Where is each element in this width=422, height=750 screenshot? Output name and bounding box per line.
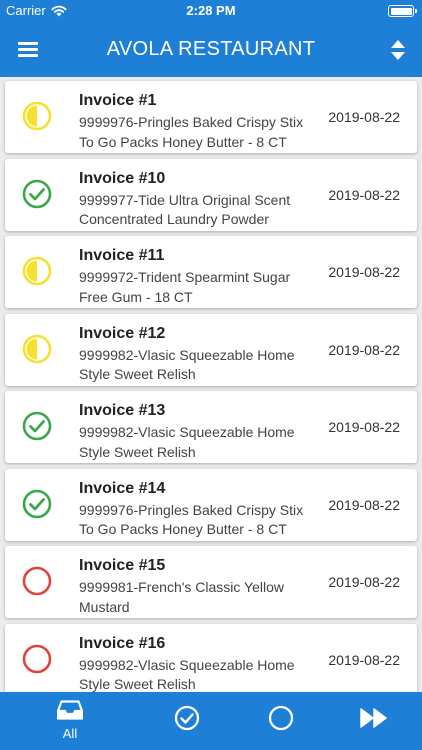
invoice-list: Invoice #1 9999976-Pringles Baked Crispy … xyxy=(0,77,422,692)
invoice-description: 9999981-French's Classic Yellow Mustard xyxy=(79,579,285,615)
sort-updown-icon[interactable] xyxy=(390,39,406,61)
invoice-card[interactable]: Invoice #15 9999981-French's Classic Yell… xyxy=(5,546,417,618)
invoice-title: Invoice #10 xyxy=(79,169,166,187)
invoice-card[interactable]: Invoice #1 9999976-Pringles Baked Crispy … xyxy=(5,81,417,153)
page-title: AVOLA RESTAURANT xyxy=(106,38,316,60)
tab-bar: All xyxy=(0,692,422,750)
invoice-date: 2019-08-22 xyxy=(328,496,400,513)
empty-circle-icon xyxy=(22,566,52,596)
invoice-card[interactable]: Invoice #14 9999976-Pringles Baked Crispy… xyxy=(5,468,417,541)
invoice-date: 2019-08-22 xyxy=(328,264,400,280)
empty-circle-icon xyxy=(268,705,294,731)
fast-forward-icon xyxy=(360,708,387,728)
invoice-date: 2019-08-22 xyxy=(328,109,400,125)
invoice-title: Invoice #1 xyxy=(79,92,157,109)
half-circle-icon xyxy=(22,101,52,131)
invoice-description: 9999982-Vlasic Squeezable Home Style Swe… xyxy=(79,424,295,460)
invoice-card[interactable]: Invoice #10 9999977-Tide Ultra Original S… xyxy=(5,158,417,231)
check-circle-icon xyxy=(174,705,200,731)
empty-circle-icon xyxy=(22,644,52,673)
invoice-title: Invoice #14 xyxy=(79,479,166,497)
invoice-description: 9999976-Pringles Baked Crispy Stix To Go… xyxy=(79,114,304,150)
check-circle-icon xyxy=(22,179,52,208)
battery-icon xyxy=(388,5,417,17)
invoice-description: 9999982-Vlasic Squeezable Home Style Swe… xyxy=(79,656,295,693)
check-circle-icon xyxy=(22,489,52,518)
invoice-description: 9999982-Vlasic Squeezable Home Style Swe… xyxy=(79,346,295,383)
check-circle-icon xyxy=(22,411,52,441)
invoice-date: 2019-08-22 xyxy=(328,419,400,435)
invoice-description: 9999972-Trident Spearmint Sugar Free Gum… xyxy=(79,269,291,305)
status-bar: Carrier 2:28 PM xyxy=(0,0,422,22)
invoice-description: 9999976-Pringles Baked Crispy Stix To Go… xyxy=(79,501,304,538)
invoice-card[interactable]: Invoice #11 9999972-Trident Spearmint Sug… xyxy=(5,236,417,308)
invoice-title: Invoice #16 xyxy=(79,634,166,652)
half-circle-icon xyxy=(22,256,52,286)
invoice-title: Invoice #13 xyxy=(79,402,166,419)
invoice-description: 9999977-Tide Ultra Original Scent Concen… xyxy=(79,191,291,228)
invoice-title: Invoice #15 xyxy=(79,557,166,574)
tab-label: All xyxy=(62,726,78,741)
half-circle-icon xyxy=(22,334,52,363)
invoice-title: Invoice #11 xyxy=(79,247,165,264)
invoice-title: Invoice #12 xyxy=(79,324,166,342)
invoice-card[interactable]: Invoice #12 9999982-Vlasic Squeezable Hom… xyxy=(5,313,417,386)
inbox-tray-icon xyxy=(57,700,83,720)
invoice-date: 2019-08-22 xyxy=(328,574,400,590)
invoice-date: 2019-08-22 xyxy=(328,651,400,668)
invoice-card[interactable]: Invoice #16 9999982-Vlasic Squeezable Hom… xyxy=(5,623,417,693)
invoice-card[interactable]: Invoice #13 9999982-Vlasic Squeezable Hom… xyxy=(5,391,417,463)
invoice-date: 2019-08-22 xyxy=(328,186,400,203)
nav-bar: AVOLA RESTAURANT xyxy=(0,22,422,77)
invoice-date: 2019-08-22 xyxy=(328,341,400,358)
status-time: 2:28 PM xyxy=(186,3,236,18)
